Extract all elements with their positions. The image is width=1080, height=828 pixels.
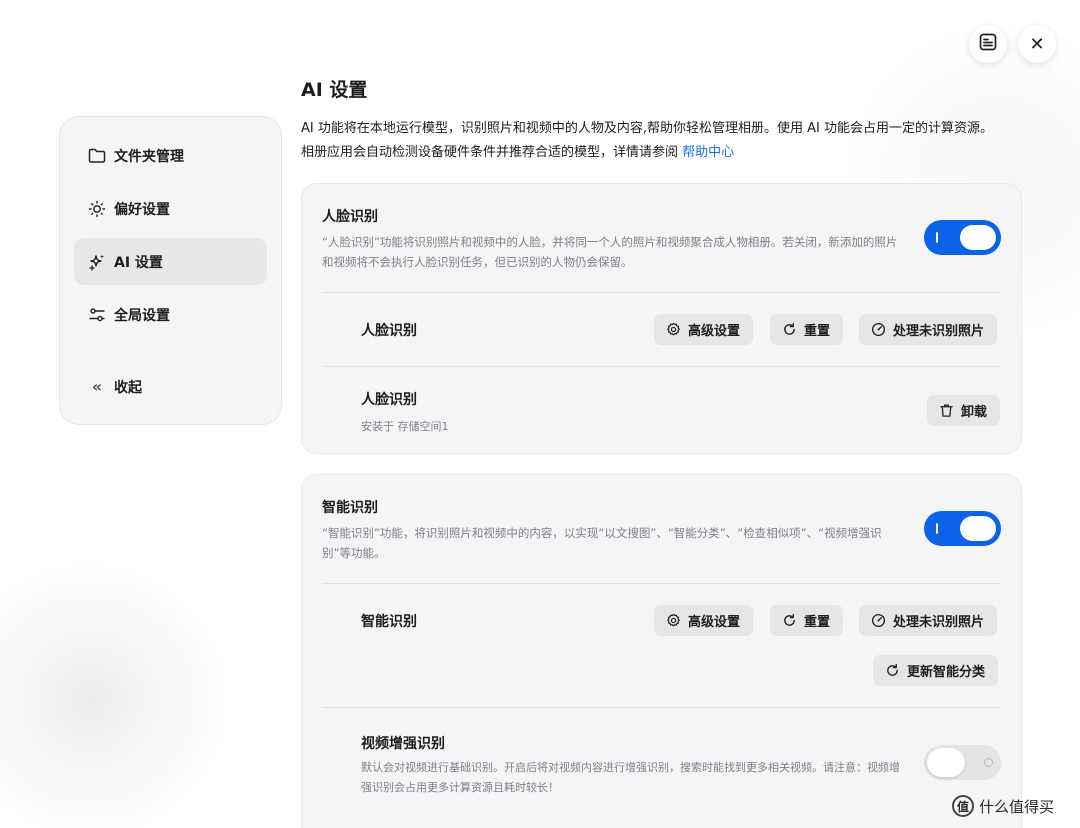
- gear-icon: [666, 613, 681, 628]
- gauge-icon: [871, 613, 886, 628]
- smart-recognition-card: 智能识别 “智能识别”功能，将识别照片和视频中的内容，以实现“以文搜图”、“智能…: [301, 474, 1022, 828]
- video-enhanced-title: 视频增强识别: [361, 736, 445, 752]
- sidebar-item-label: AI 设置: [114, 254, 163, 271]
- sidebar-item-global-settings[interactable]: 全局设置: [74, 291, 267, 338]
- intro-line-2: 相册应用会自动检测设备硬件条件并推荐合适的模型，详情请参阅 帮助中心: [301, 145, 735, 160]
- divider: [322, 583, 1001, 584]
- sidebar-item-label: 文件夹管理: [114, 148, 184, 165]
- face-model-title: 人脸识别: [361, 323, 417, 339]
- sidebar-collapse-label: 收起: [114, 379, 142, 396]
- document-list-button[interactable]: [969, 25, 1007, 63]
- divider: [322, 366, 1001, 367]
- sidebar-item-ai-settings[interactable]: AI 设置: [74, 238, 267, 285]
- intro-text: AI 功能将在本地运行模型，识别照片和视频中的人物及内容,帮助你轻松管理相册。使…: [301, 117, 1041, 165]
- reset-button[interactable]: 重置: [770, 605, 844, 636]
- reset-icon: [782, 322, 797, 337]
- smart-recognition-toggle[interactable]: [924, 511, 1001, 546]
- gauge-icon: [871, 322, 886, 337]
- sparkle-icon: [88, 253, 106, 271]
- chevron-double-left-icon: «: [91, 377, 103, 396]
- face-recognition-toggle[interactable]: [924, 220, 1001, 255]
- reset-button[interactable]: 重置: [770, 314, 844, 345]
- card-title: 智能识别: [322, 500, 378, 516]
- watermark-text: 什么值得买: [979, 797, 1055, 816]
- process-unrecognized-button[interactable]: 处理未识别照片: [859, 314, 998, 345]
- face-model-installed-title: 人脸识别: [361, 392, 417, 408]
- refresh-icon: [885, 663, 900, 678]
- close-icon: ✕: [1029, 33, 1045, 55]
- intro-line-1: AI 功能将在本地运行模型，识别照片和视频中的人物及内容,帮助你轻松管理相册。使…: [301, 121, 993, 136]
- sidebar-item-label: 全局设置: [114, 307, 170, 324]
- help-center-link[interactable]: 帮助中心: [682, 145, 734, 160]
- face-recognition-card: 人脸识别 “人脸识别”功能将识别照片和视频中的人脸，并将同一个人的照片和视频聚合…: [301, 183, 1022, 454]
- video-enhanced-description: 默认会对视频进行基础识别。开启后将对视频内容进行增强识别，搜索时能找到更多相关视…: [361, 761, 900, 794]
- sidebar-item-preferences[interactable]: 偏好设置: [74, 185, 267, 232]
- watermark-logo-icon: 值: [952, 795, 974, 817]
- gear-icon: [666, 322, 681, 337]
- sliders-icon: [88, 306, 106, 324]
- smart-model-title: 智能识别: [361, 614, 417, 630]
- install-location: 安装于 存储空间1: [361, 420, 449, 433]
- sidebar-item-folders[interactable]: 文件夹管理: [74, 132, 267, 179]
- advanced-settings-button[interactable]: 高级设置: [654, 314, 754, 345]
- uninstall-button[interactable]: 卸载: [927, 395, 1001, 426]
- reset-icon: [782, 613, 797, 628]
- sun-icon: [88, 200, 106, 218]
- trash-icon: [939, 403, 954, 418]
- divider: [322, 707, 1001, 708]
- folder-icon: [88, 147, 106, 165]
- process-unrecognized-button[interactable]: 处理未识别照片: [859, 605, 998, 636]
- close-button[interactable]: ✕: [1018, 25, 1056, 63]
- card-description: “人脸识别”功能将识别照片和视频中的人脸，并将同一个人的照片和视频聚合成人物相册…: [322, 235, 898, 269]
- watermark: 值 什么值得买: [952, 795, 1054, 817]
- card-title: 人脸识别: [322, 209, 378, 225]
- video-enhanced-toggle[interactable]: [924, 745, 1001, 780]
- card-description: “智能识别”功能，将识别照片和视频中的内容，以实现“以文搜图”、“智能分类”、“…: [322, 526, 882, 560]
- page-title: AI 设置: [301, 79, 368, 101]
- update-smart-categories-button[interactable]: 更新智能分类: [873, 655, 999, 686]
- divider: [322, 292, 1001, 293]
- document-list-icon: [978, 32, 998, 56]
- sidebar-collapse-button[interactable]: « 收起: [74, 363, 267, 410]
- advanced-settings-button[interactable]: 高级设置: [654, 605, 754, 636]
- sidebar: 文件夹管理 偏好设置 AI 设置 全局设置 « 收起: [59, 116, 282, 425]
- sidebar-item-label: 偏好设置: [114, 201, 170, 218]
